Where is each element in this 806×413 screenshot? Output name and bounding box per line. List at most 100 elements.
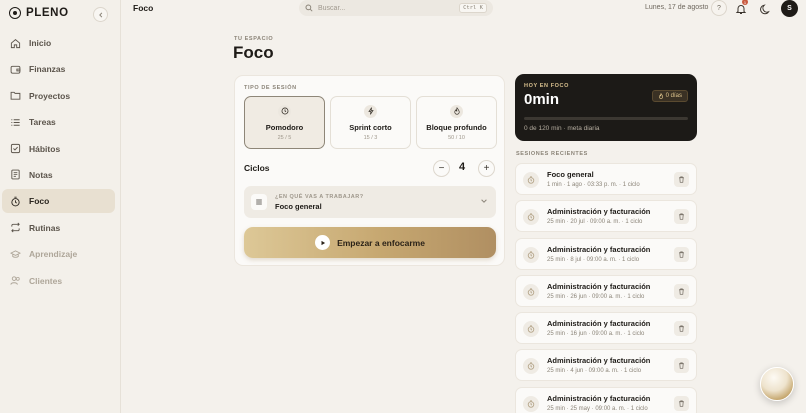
streak-badge: 0 días (651, 90, 688, 102)
session-type-duration: 50 / 10 (448, 134, 465, 141)
timer-icon (9, 195, 21, 207)
session-item[interactable]: Administración y facturación 25 min · 8 j… (515, 237, 697, 270)
session-item[interactable]: Administración y facturación 25 min · 20 … (515, 200, 697, 233)
timer-icon (523, 321, 539, 338)
notifications-button[interactable]: 1 (735, 0, 748, 14)
session-meta: 25 min · 8 jul · 09:00 a. m. · 1 ciclo (547, 256, 640, 263)
sidebar-item-label: Proyectos (29, 90, 71, 101)
repeat-icon (9, 222, 21, 234)
recent-sessions-label: SESIONES RECIENTES (516, 151, 588, 157)
sidebar-item-habitos[interactable]: Hábitos (2, 137, 115, 161)
session-type-name: Sprint corto (349, 122, 392, 132)
sidebar-item-finanzas[interactable]: Finanzas (2, 57, 115, 81)
session-title: Administración y facturación (547, 281, 651, 291)
assistant-orb-button[interactable] (760, 367, 794, 401)
list-icon (9, 116, 21, 128)
session-item[interactable]: Administración y facturación 25 min · 16 … (515, 312, 697, 345)
cycles-increment-button[interactable]: + (478, 160, 495, 177)
search-input[interactable]: Buscar... Ctrl K (299, 0, 493, 16)
session-meta: 25 min · 16 jun · 09:00 a. m. · 1 ciclo (547, 331, 645, 338)
user-avatar[interactable]: S (781, 0, 798, 17)
search-shortcut: Ctrl K (459, 3, 487, 13)
session-meta: 25 min · 26 jun · 09:00 a. m. · 1 ciclo (547, 293, 645, 300)
start-focus-button[interactable]: Empezar a enfocarme (244, 227, 496, 258)
session-title: Administración y facturación (547, 393, 651, 403)
sidebar-item-aprendizaje[interactable]: Aprendizaje (2, 242, 115, 266)
page-eyebrow: TU ESPACIO (234, 36, 274, 42)
sidebar-item-clientes[interactable]: Clientes (2, 269, 115, 293)
session-type-name: Bloque profundo (426, 122, 487, 132)
start-focus-label: Empezar a enfocarme (337, 237, 425, 248)
sidebar-item-rutinas[interactable]: Rutinas (2, 216, 115, 240)
page-title: Foco (233, 43, 274, 62)
session-item[interactable]: Administración y facturación 25 min · 25 … (515, 386, 697, 413)
session-type-duration: 25 / 5 (277, 134, 292, 141)
timer-icon (523, 209, 539, 226)
bolt-icon (364, 104, 377, 118)
sidebar-item-label: Clientes (29, 275, 63, 286)
sidebar-item-proyectos[interactable]: Proyectos (2, 84, 115, 108)
today-focus-value: 0min (524, 91, 560, 108)
session-title: Administración y facturación (547, 244, 651, 254)
task-select-label: ¿EN QUÉ VAS A TRABAJAR? (275, 194, 364, 200)
cycles-decrement-button[interactable]: − (433, 160, 450, 177)
delete-session-button[interactable] (674, 395, 689, 411)
brand[interactable]: PLENO (9, 7, 69, 19)
streak-value: 0 días (665, 93, 682, 99)
session-item[interactable]: Foco general 1 min · 1 ago · 03:33 p. m. … (515, 163, 697, 195)
session-type-duration: 15 / 3 (363, 134, 378, 141)
plus-icon: + (483, 163, 490, 174)
timer-icon (523, 283, 539, 300)
flame-icon (450, 104, 463, 118)
session-item[interactable]: Administración y facturación 25 min · 4 j… (515, 349, 697, 382)
session-type-sprint-corto[interactable]: Sprint corto 15 / 3 (330, 96, 411, 149)
today-focus-label: HOY EN FOCO (524, 83, 570, 89)
session-title: Administración y facturación (547, 207, 651, 217)
session-meta: 25 min · 20 jul · 09:00 a. m. · 1 ciclo (547, 219, 643, 226)
note-icon (9, 169, 21, 181)
sidebar-item-notas[interactable]: Notas (2, 163, 115, 187)
sidebar-item-tareas[interactable]: Tareas (2, 110, 115, 134)
sidebar-item-foco[interactable]: Foco (2, 189, 115, 214)
trash-icon (679, 176, 684, 183)
help-icon: ? (717, 4, 721, 12)
moon-icon (760, 4, 770, 15)
today-focus-card: HOY EN FOCO 0min 0 días 0 de 120 min · m… (515, 74, 697, 141)
daily-goal-progress (524, 117, 688, 120)
delete-session-button[interactable] (674, 209, 689, 225)
trash-icon (679, 363, 684, 370)
sidebar-item-label: Aprendizaje (29, 249, 78, 260)
timer-icon (523, 358, 539, 375)
daily-goal-text: 0 de 120 min · meta diaria (524, 125, 600, 132)
delete-session-button[interactable] (674, 172, 689, 187)
sidebar-item-label: Inicio (29, 38, 52, 48)
play-icon (315, 235, 331, 250)
brand-name: PLENO (26, 7, 69, 19)
task-select-value: Foco general (275, 202, 322, 211)
delete-session-button[interactable] (674, 358, 689, 374)
session-title: Administración y facturación (547, 319, 651, 329)
delete-session-button[interactable] (674, 246, 689, 262)
collapse-sidebar-button[interactable] (93, 7, 108, 22)
list-icon (251, 194, 267, 210)
graduation-icon (9, 248, 21, 260)
search-icon (305, 4, 313, 12)
session-meta: 25 min · 4 jun · 09:00 a. m. · 1 ciclo (547, 368, 642, 375)
logo-icon (9, 7, 21, 19)
chevron-down-icon (481, 199, 487, 203)
session-item[interactable]: Administración y facturación 25 min · 26 … (515, 274, 697, 307)
session-type-bloque-profundo[interactable]: Bloque profundo 50 / 10 (416, 96, 497, 149)
delete-session-button[interactable] (674, 283, 689, 299)
notification-badge: 1 (742, 0, 748, 5)
theme-toggle-button[interactable] (760, 2, 772, 15)
trash-icon (679, 251, 684, 258)
delete-session-button[interactable] (674, 321, 689, 337)
sidebar-item-inicio[interactable]: Inicio (2, 31, 115, 55)
timer-icon (523, 246, 539, 263)
task-select[interactable]: ¿EN QUÉ VAS A TRABAJAR? Foco general (244, 186, 496, 218)
session-type-name: Pomodoro (265, 122, 304, 132)
help-button[interactable]: ? (711, 0, 727, 16)
session-type-pomodoro[interactable]: Pomodoro 25 / 5 (244, 96, 325, 149)
current-date: Lunes, 17 de agosto (645, 4, 709, 11)
recent-sessions-list: Foco general 1 min · 1 ago · 03:33 p. m. … (515, 163, 697, 413)
